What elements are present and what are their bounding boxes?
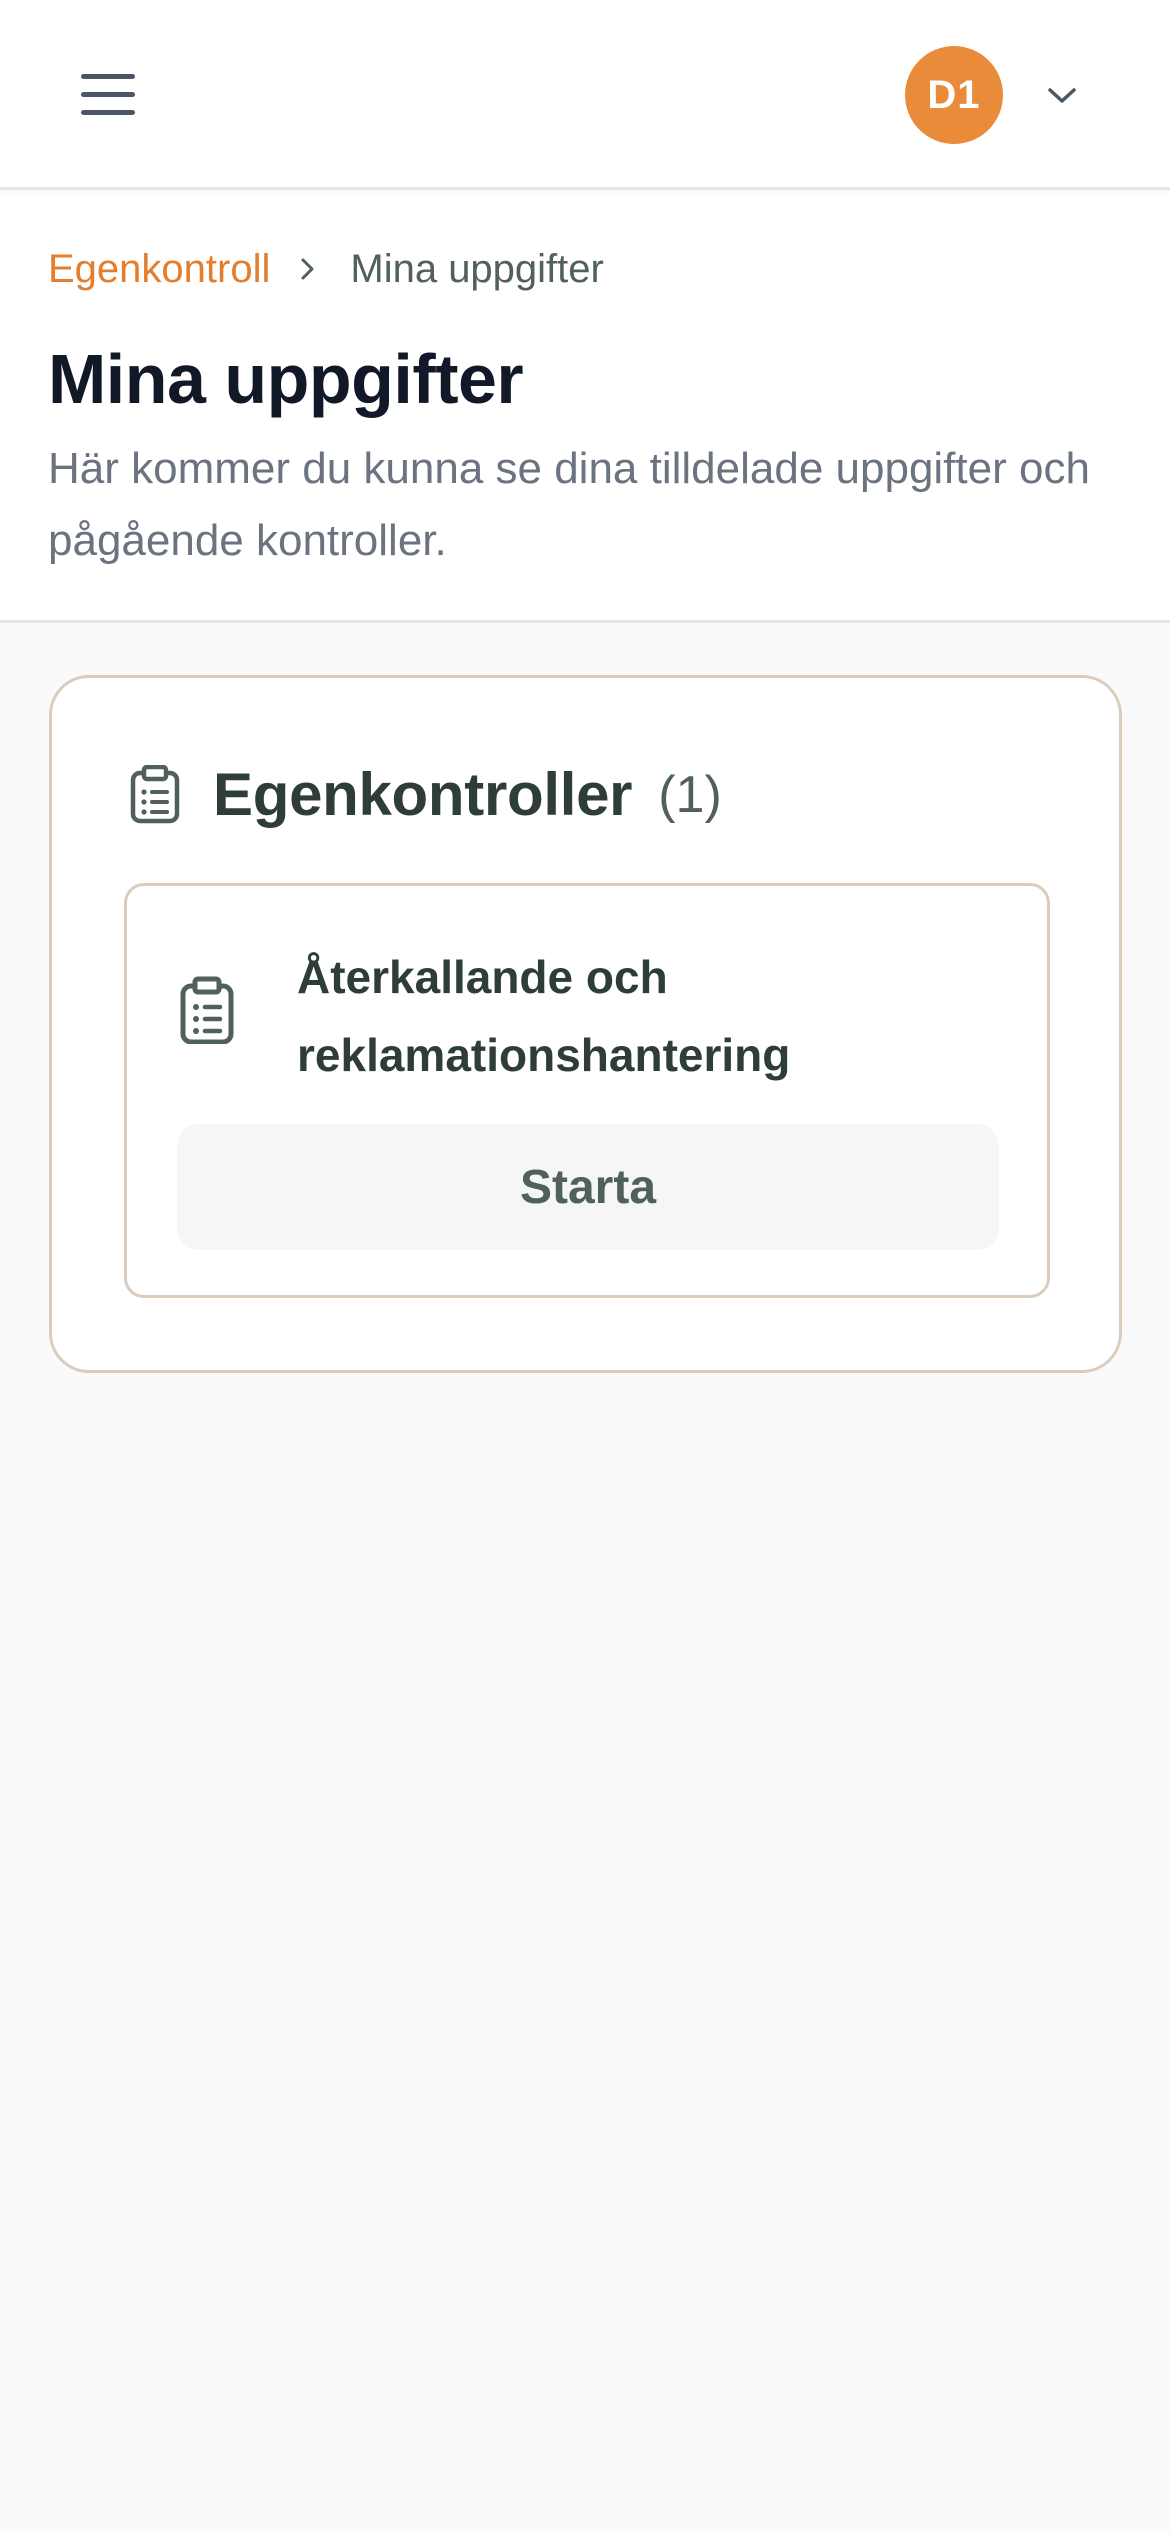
chevron-right-icon (300, 256, 316, 282)
page-description: Här kommer du kunna se dina tilldelade u… (48, 444, 1090, 565)
clipboard-list-icon (130, 764, 180, 823)
page-title: Mina uppgifter (48, 340, 524, 418)
task-title: Återkallande och reklamationshantering (297, 951, 791, 1081)
egenkontroller-section-card: Egenkontroller (1) Återkallande och rekl… (49, 675, 1122, 1373)
page-header: Egenkontroll Mina uppgifter Mina uppgift… (0, 193, 1170, 623)
breadcrumb-current: Mina uppgifter (350, 247, 604, 291)
section-header: Egenkontroller (1) (127, 760, 722, 829)
user-avatar[interactable]: D1 (905, 46, 1003, 144)
hamburger-menu-icon (81, 74, 135, 115)
section-title: Egenkontroller (213, 761, 633, 828)
clipboard-list-icon (180, 976, 234, 1044)
breadcrumb: Egenkontroll Mina uppgifter (48, 245, 604, 293)
breadcrumb-link-egenkontroll[interactable]: Egenkontroll (48, 245, 270, 293)
account-menu-toggle[interactable] (1036, 70, 1088, 122)
section-count: (1) (658, 765, 722, 824)
avatar-initials: D1 (927, 72, 981, 117)
menu-button[interactable] (66, 58, 150, 132)
chevron-down-icon (1048, 88, 1076, 103)
start-button[interactable]: Starta (177, 1124, 999, 1250)
top-navigation-bar: D1 (0, 0, 1170, 190)
task-card: Återkallande och reklamationshantering S… (124, 883, 1050, 1298)
